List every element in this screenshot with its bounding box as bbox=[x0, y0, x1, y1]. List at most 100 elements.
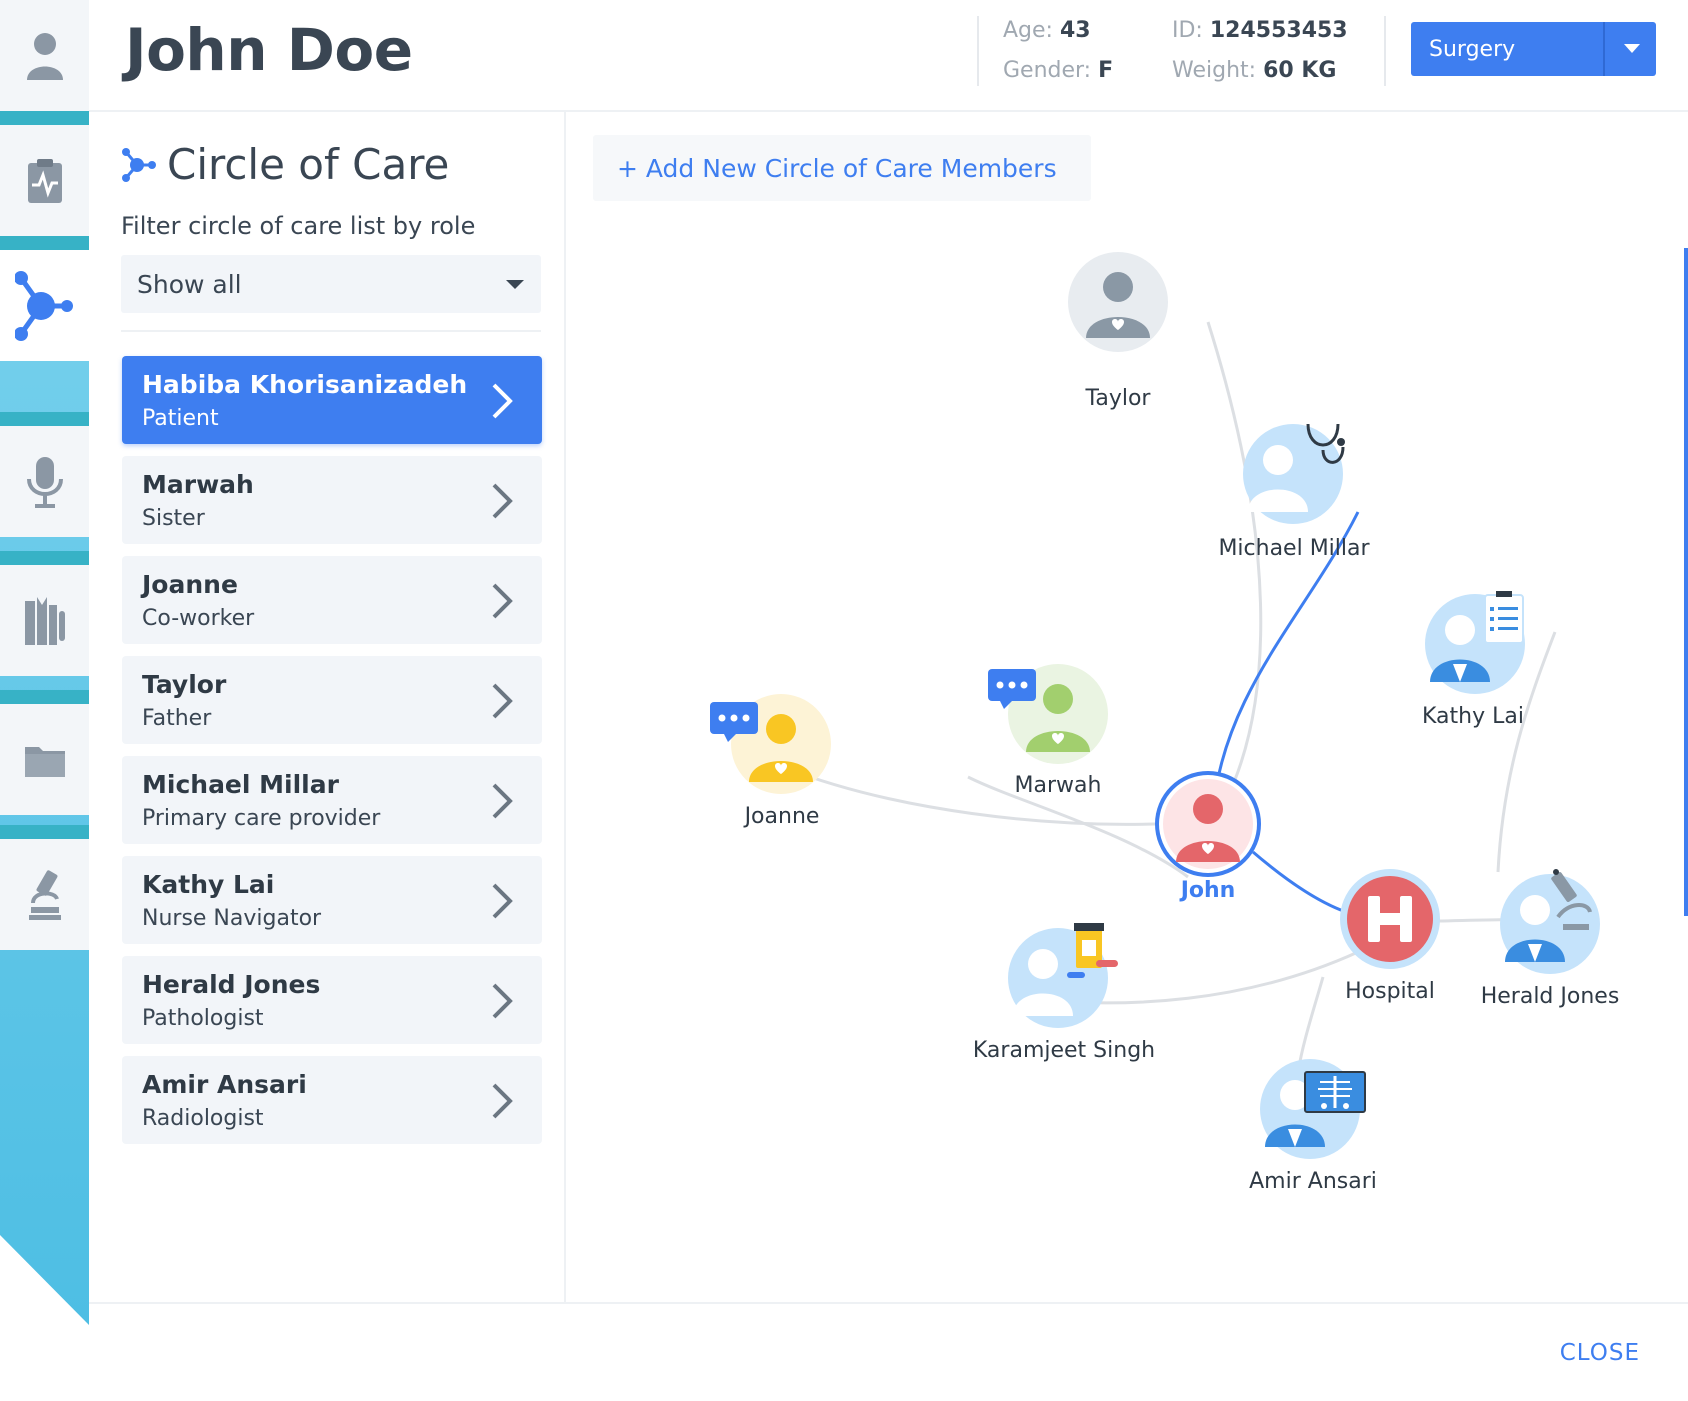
close-button[interactable]: CLOSE bbox=[1560, 1340, 1640, 1366]
member-card[interactable]: Herald Jones Pathologist bbox=[122, 956, 542, 1044]
edge-john-hospital bbox=[1252, 850, 1347, 914]
member-role: Sister bbox=[142, 506, 205, 531]
panel-title: Circle of Care bbox=[121, 140, 449, 189]
patient-name: John Doe bbox=[125, 16, 413, 84]
nav-voice[interactable] bbox=[0, 426, 89, 537]
member-card[interactable]: Taylor Father bbox=[122, 656, 542, 744]
node-label-hospital[interactable]: Hospital bbox=[1345, 979, 1435, 1004]
age-stat: Age: 43 bbox=[1003, 18, 1091, 43]
patient-header: John Doe Age: 43 Gender: F ID: 124553453… bbox=[89, 0, 1688, 112]
node-label-amir[interactable]: Amir Ansari bbox=[1249, 1169, 1377, 1194]
node-label-michael[interactable]: Michael Millar bbox=[1218, 536, 1369, 561]
chevron-right-icon bbox=[492, 1083, 513, 1119]
node-label-joanne[interactable]: Joanne bbox=[745, 804, 820, 829]
id-value: 124553453 bbox=[1209, 18, 1348, 43]
dialog-footer: CLOSE bbox=[89, 1302, 1688, 1401]
nav-documents[interactable] bbox=[0, 704, 89, 815]
left-nav-rail bbox=[0, 0, 89, 1401]
chevron-right-icon bbox=[492, 683, 513, 719]
chevron-down-icon bbox=[506, 280, 524, 289]
member-name: Herald Jones bbox=[142, 970, 321, 999]
member-name: Marwah bbox=[142, 470, 254, 499]
gender-value: F bbox=[1098, 58, 1114, 83]
user-icon bbox=[26, 32, 63, 80]
role-filter-value: Show all bbox=[137, 269, 242, 299]
id-stat: ID: 124553453 bbox=[1172, 18, 1348, 43]
department-label: Surgery bbox=[1429, 36, 1516, 62]
nav-lab[interactable] bbox=[0, 839, 89, 950]
network-icon bbox=[122, 147, 156, 182]
member-role: Nurse Navigator bbox=[142, 906, 322, 931]
graph-canvas bbox=[710, 252, 1600, 1159]
scroll-indicator[interactable] bbox=[1684, 248, 1688, 916]
node-label-taylor[interactable]: Taylor bbox=[1086, 386, 1151, 411]
nav-clinical[interactable] bbox=[0, 125, 89, 236]
member-role: Radiologist bbox=[142, 1106, 264, 1131]
member-role: Father bbox=[142, 706, 212, 731]
library-icon bbox=[24, 596, 65, 645]
member-role: Primary care provider bbox=[142, 806, 381, 831]
filter-label: Filter circle of care list by role bbox=[121, 212, 476, 240]
node-karamjeet-avatar[interactable] bbox=[1008, 923, 1118, 1028]
member-card[interactable]: Marwah Sister bbox=[122, 456, 542, 544]
member-name: Habiba Khorisanizadeh bbox=[142, 370, 468, 399]
node-amir-avatar[interactable] bbox=[1260, 1059, 1366, 1159]
folder-icon bbox=[24, 746, 65, 777]
member-name: Michael Millar bbox=[142, 770, 339, 799]
member-card[interactable]: Habiba Khorisanizadeh Patient bbox=[122, 356, 542, 444]
node-taylor-avatar[interactable] bbox=[1068, 252, 1168, 352]
microscope-icon bbox=[28, 869, 61, 920]
node-john-avatar[interactable] bbox=[1155, 771, 1261, 877]
member-role: Pathologist bbox=[142, 1006, 264, 1031]
weight-stat: Weight: 60 KG bbox=[1172, 58, 1337, 83]
chevron-right-icon bbox=[492, 883, 513, 919]
nav-circle-of-care[interactable] bbox=[0, 250, 89, 361]
age-value: 43 bbox=[1059, 18, 1091, 43]
nav-library[interactable] bbox=[0, 565, 89, 676]
member-name: Amir Ansari bbox=[142, 1070, 307, 1099]
circle-of-care-graph: Taylor Michael Millar Kathy Lai Marwah J… bbox=[568, 212, 1668, 1302]
member-card[interactable]: Michael Millar Primary care provider bbox=[122, 756, 542, 844]
microphone-icon bbox=[26, 456, 63, 508]
chevron-right-icon bbox=[492, 583, 513, 619]
member-name: Taylor bbox=[142, 670, 227, 699]
graph-edges bbox=[782, 321, 1579, 1073]
node-label-karamjeet[interactable]: Karamjeet Singh bbox=[973, 1038, 1155, 1063]
nav-profile[interactable] bbox=[0, 0, 89, 111]
node-label-herald[interactable]: Herald Jones bbox=[1481, 984, 1620, 1009]
edge-amir-hospital bbox=[1296, 976, 1325, 1073]
node-herald-avatar[interactable] bbox=[1500, 869, 1600, 974]
clipboard-pulse-icon bbox=[27, 158, 62, 203]
circle-of-care-panel: Circle of Care Filter circle of care lis… bbox=[89, 112, 566, 1302]
checklist-icon bbox=[1484, 591, 1524, 644]
member-card[interactable]: Joanne Co-worker bbox=[122, 556, 542, 644]
edge-taylor-john bbox=[1206, 321, 1263, 833]
member-name: Kathy Lai bbox=[142, 870, 275, 899]
xray-icon bbox=[1304, 1071, 1366, 1113]
node-label-kathy[interactable]: Kathy Lai bbox=[1422, 704, 1524, 729]
network-icon bbox=[14, 270, 73, 341]
node-kathy-avatar[interactable] bbox=[1425, 591, 1525, 694]
node-joanne-avatar[interactable] bbox=[710, 694, 831, 794]
add-care-members-button[interactable]: + Add New Circle of Care Members bbox=[593, 135, 1091, 201]
node-marwah-avatar[interactable] bbox=[988, 664, 1108, 764]
department-dropdown[interactable]: Surgery bbox=[1411, 22, 1656, 76]
node-michael-avatar[interactable] bbox=[1243, 423, 1345, 524]
node-label-john[interactable]: John bbox=[1181, 878, 1236, 903]
member-card[interactable]: Amir Ansari Radiologist bbox=[122, 1056, 542, 1144]
panel-title-text: Circle of Care bbox=[167, 140, 450, 189]
chevron-right-icon bbox=[492, 483, 513, 519]
member-role: Patient bbox=[142, 406, 219, 431]
node-hospital[interactable] bbox=[1340, 869, 1440, 969]
node-label-marwah[interactable]: Marwah bbox=[1015, 773, 1102, 798]
chevron-right-icon bbox=[492, 383, 513, 419]
gender-stat: Gender: F bbox=[1003, 58, 1114, 83]
member-name: Joanne bbox=[142, 570, 238, 599]
chevron-right-icon bbox=[492, 983, 513, 1019]
member-card[interactable]: Kathy Lai Nurse Navigator bbox=[122, 856, 542, 944]
chevron-down-icon bbox=[1624, 44, 1640, 53]
role-filter-select[interactable]: Show all bbox=[121, 255, 541, 313]
chevron-right-icon bbox=[492, 783, 513, 819]
member-role: Co-worker bbox=[142, 606, 255, 631]
weight-value: 60 KG bbox=[1263, 58, 1337, 83]
